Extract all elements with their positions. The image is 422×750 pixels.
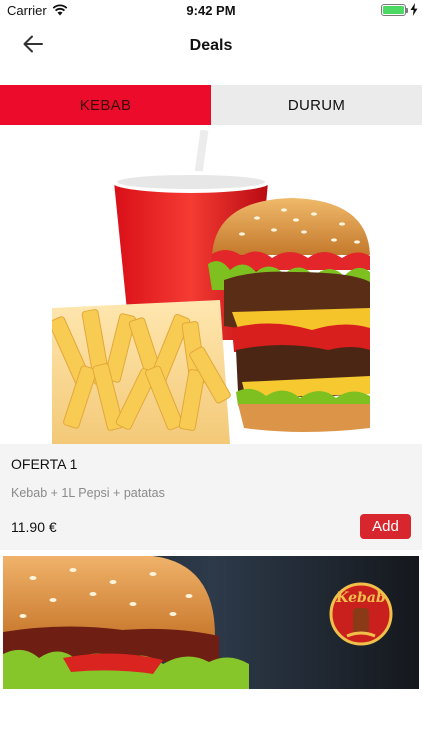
deal-description: Kebab + 1L Pepsi + patatas	[11, 486, 165, 500]
status-bar: Carrier 9:42 PM	[0, 0, 422, 22]
burger-fries-drink-illustration	[52, 130, 370, 444]
status-time: 9:42 PM	[186, 3, 236, 18]
battery-level-fill	[383, 6, 404, 14]
battery-cap	[406, 8, 408, 13]
tab-durum[interactable]: DURUM	[211, 85, 422, 125]
charging-bolt-icon	[410, 3, 418, 16]
deal-price: 11.90 €	[11, 519, 57, 535]
add-button[interactable]: Add	[360, 514, 411, 539]
deal-card[interactable]: OFERTA 1 Kebab + 1L Pepsi + patatas 11.9…	[0, 444, 422, 550]
deal-title: OFERTA 1	[11, 456, 78, 472]
tab-kebab[interactable]: KEBAB	[0, 85, 211, 125]
battery-icon	[381, 4, 406, 16]
category-tabs: KEBAB DURUM	[0, 85, 422, 125]
burger-kebab-logo-illustration: Kebab	[3, 556, 419, 689]
logo-text: Kebab	[335, 590, 386, 606]
navigation-bar: Deals	[0, 22, 422, 72]
deal-image[interactable]	[52, 130, 370, 444]
page-title: Deals	[189, 37, 233, 54]
deal-image-2[interactable]: Kebab	[3, 556, 419, 689]
